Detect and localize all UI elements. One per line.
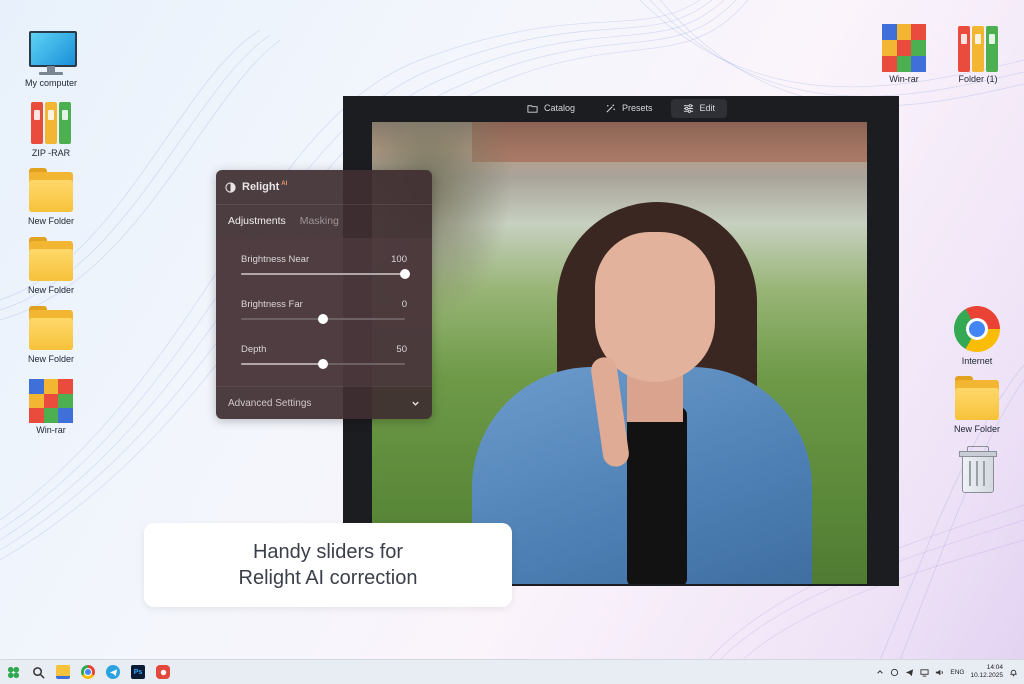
chrome-icon[interactable]	[81, 665, 95, 679]
folder-outline-icon	[527, 104, 538, 113]
tab-label: Edit	[699, 103, 716, 113]
tab-label: Presets	[622, 103, 653, 113]
desktop-icon-new-folder[interactable]: New Folder	[13, 168, 89, 227]
binders-icon	[954, 24, 1002, 72]
advanced-settings-label: Advanced Settings	[228, 397, 312, 409]
taskbar: Ps ENG 14:04 10.12.2025	[0, 659, 1024, 684]
slider-track[interactable]	[241, 314, 405, 324]
desktop-icon-zip-rar[interactable]: ZIP -RAR	[13, 100, 89, 159]
start-icon[interactable]	[6, 665, 20, 679]
tab-adjustments[interactable]: Adjustments	[228, 215, 286, 227]
file-explorer-icon[interactable]	[56, 665, 70, 679]
desktop-icon-label: Win-rar	[36, 425, 66, 435]
chevron-up-icon[interactable]	[876, 668, 884, 676]
desktop-icon-new-folder[interactable]: New Folder	[13, 237, 89, 296]
folder-icon	[27, 237, 75, 283]
ai-badge: AI	[281, 181, 288, 188]
telegram-tray-icon[interactable]	[905, 668, 914, 677]
desktop-icon-recycle-bin[interactable]	[939, 446, 1015, 494]
chevron-down-icon	[412, 401, 419, 406]
slider-list: Brightness Near 100 Brightness Far 0 Dep…	[216, 238, 432, 386]
photoshop-icon[interactable]: Ps	[131, 665, 145, 679]
slider-fill	[241, 273, 405, 275]
desktop-icon-internet[interactable]: Internet	[939, 306, 1015, 367]
clock[interactable]: 14:04 10.12.2025	[970, 664, 1003, 680]
notification-bell-icon[interactable]	[1009, 668, 1018, 677]
slider-label: Brightness Near	[241, 254, 310, 265]
slider-handle[interactable]	[400, 269, 410, 279]
relight-panel-header: Relight AI	[216, 170, 432, 205]
folder-icon	[953, 376, 1001, 422]
caption-line-2: Relight AI correction	[238, 567, 418, 589]
relight-title: Relight AI	[242, 181, 288, 193]
desktop-icon-new-folder[interactable]: New Folder	[13, 306, 89, 365]
folder-icon	[27, 168, 75, 214]
relight-panel: Relight AI Adjustments Masking Brightness…	[216, 170, 432, 419]
sliders-icon	[683, 103, 693, 113]
monitor-icon	[27, 30, 77, 76]
tab-label: Catalog	[543, 103, 575, 113]
clock-time: 14:04	[986, 664, 1003, 671]
photo-editor-app-icon[interactable]	[156, 665, 170, 679]
desktop-icon-folder-1[interactable]: Folder (1)	[940, 24, 1016, 85]
desktop-icon-label: ZIP -RAR	[31, 148, 71, 158]
slider-fill	[241, 318, 323, 320]
desktop-icon-my-computer[interactable]: My computer	[13, 30, 89, 89]
telegram-icon[interactable]	[106, 665, 120, 679]
slider-track[interactable]	[241, 269, 410, 279]
desktop-icon-label: Folder (1)	[958, 74, 998, 84]
volume-icon[interactable]	[935, 668, 944, 677]
cloud-icon[interactable]	[890, 668, 899, 677]
tab-presets[interactable]: Presets	[593, 99, 665, 118]
desktop-icon-label: Win-rar	[889, 74, 919, 84]
desktop-icon-label: New Folder	[27, 354, 74, 364]
winrar-icon	[880, 22, 928, 72]
slider-label: Brightness Far	[241, 299, 303, 310]
desktop-icon-new-folder[interactable]: New Folder	[939, 376, 1015, 435]
desktop-icon-label: New Folder	[27, 285, 74, 295]
binders-icon	[27, 100, 75, 146]
photo-canvas[interactable]	[372, 122, 867, 584]
desktop-icon-label: Internet	[961, 356, 993, 366]
caption-line-1: Handy sliders for	[252, 541, 404, 563]
language-indicator[interactable]: ENG	[950, 669, 964, 676]
search-icon[interactable]	[31, 665, 45, 679]
advanced-settings-toggle[interactable]: Advanced Settings	[216, 386, 432, 419]
slider-value[interactable]: 0	[402, 299, 407, 310]
slider-value[interactable]: 100	[391, 254, 407, 265]
slider-handle[interactable]	[318, 314, 328, 324]
desktop-icon-winrar[interactable]: Win-rar	[866, 22, 942, 85]
tab-edit[interactable]: Edit	[670, 98, 728, 118]
tab-catalog[interactable]: Catalog	[515, 99, 587, 118]
folder-icon	[27, 306, 75, 352]
recycle-bin-icon	[953, 446, 1001, 493]
slider-label: Depth	[241, 344, 267, 355]
slider-track[interactable]	[241, 359, 405, 369]
slider-handle[interactable]	[318, 359, 328, 369]
chrome-icon	[953, 306, 1001, 354]
clock-date: 10.12.2025	[970, 672, 1003, 679]
editor-topbar: Catalog Presets Edit	[343, 96, 899, 120]
slider-value[interactable]: 50	[396, 344, 407, 355]
desktop-icon-label: New Folder	[27, 216, 74, 226]
tab-masking[interactable]: Masking	[300, 215, 339, 227]
desktop-icon-label: New Folder	[953, 424, 1000, 434]
network-icon[interactable]	[920, 668, 929, 677]
desktop-icon-winrar[interactable]: Win-rar	[13, 377, 89, 436]
sparkle-icon	[606, 103, 615, 113]
slider-fill	[241, 363, 323, 365]
winrar-icon	[27, 377, 75, 423]
desktop-icon-label: My computer	[24, 78, 77, 88]
caption-card: Handy sliders for Relight AI correction	[144, 523, 512, 607]
relight-icon	[225, 181, 236, 193]
relight-tabs: Adjustments Masking	[216, 205, 432, 237]
